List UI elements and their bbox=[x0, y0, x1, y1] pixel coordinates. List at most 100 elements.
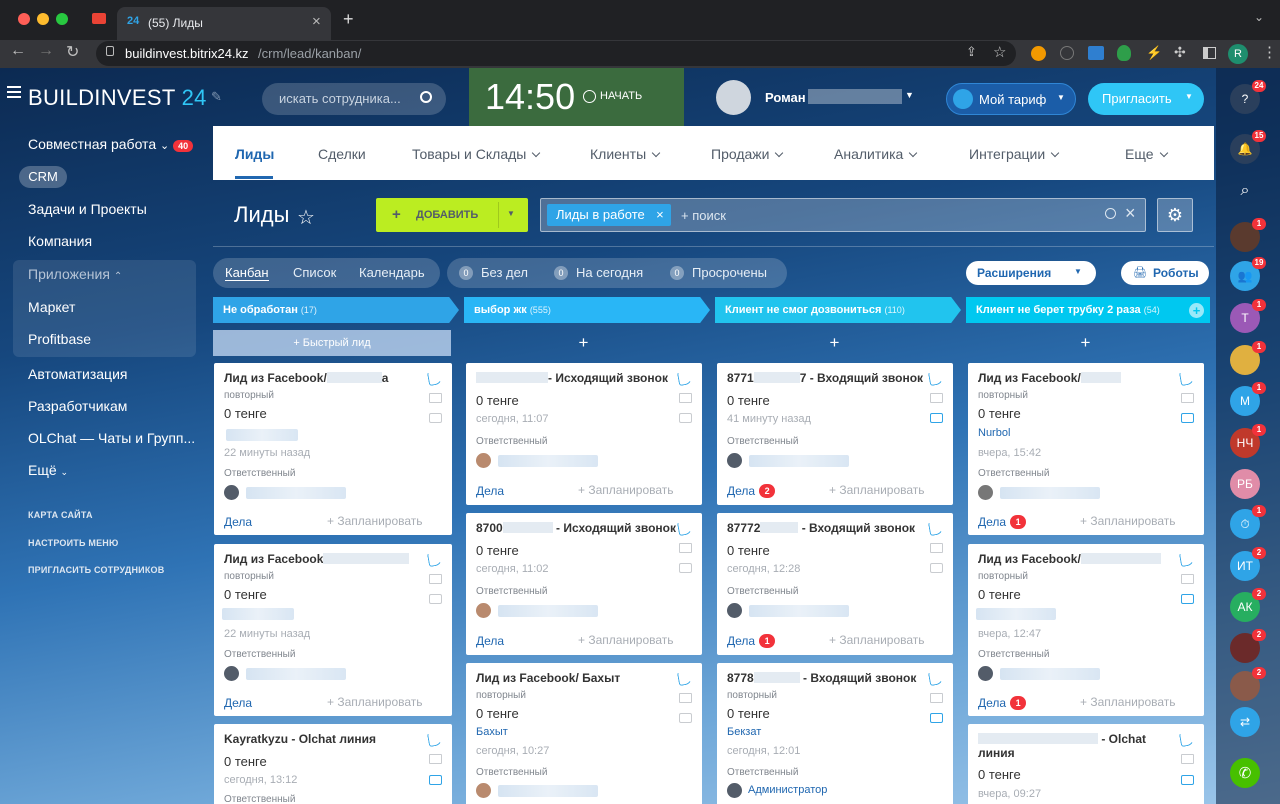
tab-leads[interactable]: Лиды bbox=[235, 146, 274, 162]
column-header-no-answer-2[interactable]: Клиент не берет трубку 2 раза (54) + bbox=[966, 297, 1210, 323]
activities-link[interactable]: Дела 1 bbox=[978, 696, 1027, 710]
view-list[interactable]: Список bbox=[293, 265, 336, 280]
mail-icon[interactable] bbox=[429, 574, 442, 584]
nav-item-tasks[interactable]: Задачи и Проекты bbox=[28, 201, 147, 217]
plan-activity-link[interactable]: + Запланировать bbox=[1080, 514, 1176, 528]
tab-search-icon[interactable]: ⌄ bbox=[1254, 10, 1264, 24]
filter-search-placeholder[interactable]: + поиск bbox=[681, 208, 726, 223]
chat-icon[interactable] bbox=[930, 713, 943, 723]
responsible-name[interactable]: Администратор bbox=[748, 784, 827, 796]
my-plan-button[interactable]: Мой тариф ▼ bbox=[946, 83, 1076, 115]
activities-link[interactable]: Дела 1 bbox=[727, 634, 776, 648]
plan-activity-link[interactable]: + Запланировать bbox=[327, 695, 423, 709]
invite-button[interactable]: Пригласить ▼ bbox=[1088, 83, 1204, 115]
forward-icon[interactable]: → bbox=[38, 42, 54, 60]
card-title[interactable]: 8778 - Входящий звонок bbox=[727, 671, 916, 685]
extension-feather-icon[interactable]: ⚡ bbox=[1146, 45, 1162, 61]
mail-icon[interactable] bbox=[1181, 574, 1194, 584]
activities-link[interactable]: Дела bbox=[476, 634, 504, 648]
phone-icon[interactable] bbox=[927, 369, 945, 387]
nav-item-olchat[interactable]: OLChat — Чаты и Групп... bbox=[28, 430, 195, 446]
quick-lead-button[interactable]: + Быстрый лид bbox=[213, 330, 451, 356]
mail-icon[interactable] bbox=[679, 543, 692, 553]
lead-card[interactable]: Лид из Facebook/а повторный 0 тенге 22 м… bbox=[214, 363, 452, 535]
mail-icon[interactable] bbox=[429, 393, 442, 403]
nav-item-crm[interactable]: CRM bbox=[19, 166, 67, 188]
card-title[interactable]: Лид из Facebook bbox=[224, 552, 410, 566]
bell-icon[interactable]: 🔔 15 bbox=[1230, 130, 1266, 164]
edit-logo-icon[interactable]: ✎ bbox=[211, 89, 222, 105]
sidepanel-icon[interactable] bbox=[1203, 47, 1216, 59]
phone-icon[interactable] bbox=[927, 669, 945, 687]
plan-activity-link[interactable]: + Запланировать bbox=[327, 514, 423, 528]
activities-link[interactable]: Дела bbox=[476, 484, 504, 498]
chat-icon[interactable] bbox=[429, 594, 442, 604]
back-icon[interactable]: ← bbox=[10, 42, 26, 60]
counter-no-tasks[interactable]: Без дел bbox=[481, 265, 528, 280]
add-card-choice-button[interactable]: + bbox=[465, 330, 702, 356]
browser-tab-active[interactable]: 24 (55) Лиды × bbox=[117, 7, 331, 40]
mail-icon[interactable] bbox=[1181, 393, 1194, 403]
add-lead-button[interactable]: + ДОБАВИТЬ ▼ bbox=[376, 198, 528, 232]
phone-call-icon[interactable]: ✆ bbox=[1230, 758, 1260, 788]
phone-icon[interactable] bbox=[1178, 730, 1196, 748]
evernote-icon[interactable] bbox=[1117, 45, 1131, 61]
lead-card[interactable]: 87772 - Входящий звонок 0 тенге сегодня,… bbox=[717, 513, 953, 655]
contact-link[interactable]: Nurbol bbox=[978, 427, 1010, 439]
chat-icon[interactable] bbox=[429, 413, 442, 423]
column-header-no-answer[interactable]: Клиент не смог дозвониться (110) bbox=[715, 297, 961, 323]
chat-avatar-t[interactable]: Т1 bbox=[1230, 299, 1266, 333]
card-title-line2[interactable]: линия bbox=[978, 746, 1015, 760]
responsible-avatar[interactable] bbox=[476, 453, 491, 468]
card-title[interactable]: 8700 - Исходящий звонок bbox=[476, 521, 676, 535]
add-card-no-answer-2-button[interactable]: + bbox=[967, 330, 1204, 356]
tab-clients[interactable]: Клиенты bbox=[590, 146, 661, 162]
view-calendar[interactable]: Календарь bbox=[359, 265, 425, 280]
card-title[interactable]: Лид из Facebook/ bbox=[978, 552, 1161, 566]
responsible-avatar[interactable] bbox=[224, 666, 239, 681]
extension-screen-icon[interactable] bbox=[1088, 46, 1104, 60]
column-header-choice[interactable]: выбор жк (555) bbox=[464, 297, 710, 323]
chat-avatar-rb[interactable]: РБ bbox=[1230, 469, 1260, 499]
lead-card[interactable]: - Исходящий звонок 0 тенге сегодня, 11:0… bbox=[466, 363, 702, 505]
browser-menu-icon[interactable]: ⋮ bbox=[1262, 43, 1277, 61]
extension-info-icon[interactable] bbox=[1060, 46, 1074, 60]
maximize-window-button[interactable] bbox=[56, 13, 68, 25]
chat-avatar-nch[interactable]: НЧ 1 bbox=[1230, 424, 1266, 458]
card-title[interactable]: 87772 - Входящий звонок bbox=[727, 521, 915, 535]
lead-card[interactable]: Лид из Facebook/ повторный 0 тенге Nurbo… bbox=[968, 363, 1204, 535]
extensions-button[interactable]: Расширения ▼ bbox=[966, 261, 1096, 285]
plan-activity-link[interactable]: + Запланировать bbox=[829, 633, 925, 647]
card-title[interactable]: Kayratkyzu - Olchat линия bbox=[224, 732, 376, 746]
responsible-avatar[interactable] bbox=[978, 666, 993, 681]
tab-integrations[interactable]: Интеграции bbox=[969, 146, 1060, 162]
chat-avatar-it[interactable]: ИТ 2 bbox=[1230, 547, 1266, 581]
new-tab-icon[interactable]: + bbox=[343, 9, 354, 30]
open-line-icon[interactable]: ⏱ 1 bbox=[1230, 505, 1266, 539]
lead-card[interactable]: Kayratkyzu - Olchat линия 0 тенге сегодн… bbox=[214, 724, 452, 804]
chat-avatar-ak[interactable]: АК 2 bbox=[1230, 588, 1266, 622]
tab-more[interactable]: Еще bbox=[1125, 146, 1168, 162]
lead-card[interactable]: Лид из Facebook/ повторный 0 тенге вчера… bbox=[968, 544, 1204, 716]
extension-icon[interactable] bbox=[1031, 46, 1046, 61]
lead-card[interactable]: 8700 - Исходящий звонок 0 тенге сегодня,… bbox=[466, 513, 702, 655]
nav-item-developers[interactable]: Разработчикам bbox=[28, 398, 127, 414]
nav-item-automation[interactable]: Автоматизация bbox=[28, 366, 127, 382]
responsible-avatar[interactable] bbox=[476, 783, 491, 798]
column-header-new[interactable]: Не обработан (17) bbox=[213, 297, 459, 323]
tab-analytics[interactable]: Аналитика bbox=[834, 146, 918, 162]
card-title[interactable]: Лид из Facebook/а bbox=[224, 371, 388, 385]
responsible-avatar[interactable] bbox=[727, 783, 742, 798]
mail-icon[interactable] bbox=[679, 393, 692, 403]
help-icon[interactable]: ? 24 bbox=[1230, 80, 1266, 114]
workday-widget[interactable]: 14:50 НАЧАТЬ bbox=[469, 68, 684, 126]
card-title[interactable]: Лид из Facebook/ Бахыт bbox=[476, 671, 620, 685]
phone-icon[interactable] bbox=[676, 519, 694, 537]
plan-activity-link[interactable]: + Запланировать bbox=[578, 483, 674, 497]
search-icon[interactable] bbox=[420, 91, 432, 103]
remove-filter-icon[interactable]: × bbox=[656, 204, 664, 226]
responsible-avatar[interactable] bbox=[476, 603, 491, 618]
chat-icon[interactable] bbox=[930, 563, 943, 573]
phone-icon[interactable] bbox=[1178, 550, 1196, 568]
chat-avatar[interactable]: 1 bbox=[1230, 341, 1266, 375]
